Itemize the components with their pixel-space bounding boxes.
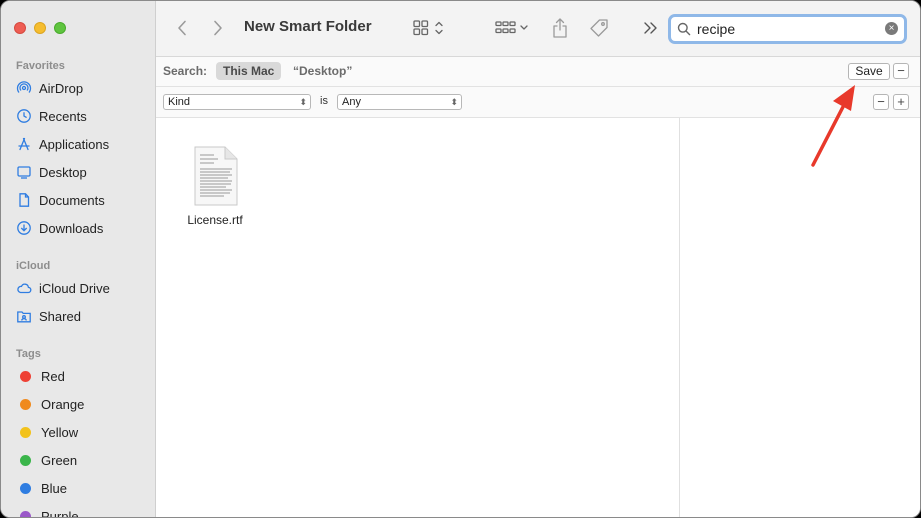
sidebar-item-icloud-drive[interactable]: iCloud Drive xyxy=(16,277,110,299)
minimize-window-button[interactable] xyxy=(34,22,46,34)
column-divider xyxy=(679,118,680,517)
sidebar-item-label: Orange xyxy=(41,396,85,412)
blue-tag-icon xyxy=(20,482,31,494)
downloads-icon xyxy=(17,221,31,235)
criteria-operator-label: is xyxy=(320,95,328,107)
search-scope-label: Search: xyxy=(163,64,208,78)
finder-window: Favorites AirDrop Recents Applications D… xyxy=(0,0,921,518)
scope-this-mac-button[interactable]: This Mac xyxy=(216,62,282,80)
window-controls xyxy=(14,22,66,34)
sidebar-item-label: Documents xyxy=(39,192,105,208)
sidebar-item-documents[interactable]: Documents xyxy=(16,189,105,211)
share-button[interactable] xyxy=(549,15,571,41)
desktop-icon xyxy=(17,166,31,179)
sidebar-item-airdrop[interactable]: AirDrop xyxy=(16,77,83,99)
sidebar-item-label: Shared xyxy=(39,308,81,324)
back-button[interactable] xyxy=(174,18,190,38)
sidebar-item-label: Recents xyxy=(39,108,87,124)
sidebar: Favorites AirDrop Recents Applications D… xyxy=(1,1,156,518)
sidebar-item-tag-blue[interactable]: Blue xyxy=(16,477,67,499)
sidebar-item-recents[interactable]: Recents xyxy=(16,105,87,127)
green-tag-icon xyxy=(20,454,31,466)
sidebar-item-label: Purple xyxy=(41,508,79,518)
document-icon xyxy=(19,193,30,207)
sidebar-item-applications[interactable]: Applications xyxy=(16,133,109,155)
tag-icon xyxy=(590,19,608,37)
forward-button[interactable] xyxy=(210,18,226,38)
sidebar-item-tag-yellow[interactable]: Yellow xyxy=(16,421,78,443)
tags-section-title: Tags xyxy=(16,348,41,360)
view-mode-button[interactable] xyxy=(411,18,449,38)
criteria-attribute-select[interactable]: Kind ⬍ xyxy=(163,94,311,110)
chevron-left-icon xyxy=(178,20,186,36)
scope-desktop-button[interactable]: “Desktop” xyxy=(293,64,352,78)
rtf-document-icon xyxy=(194,146,238,206)
remove-search-button[interactable]: − xyxy=(893,63,909,79)
sidebar-item-downloads[interactable]: Downloads xyxy=(16,217,103,239)
search-input[interactable] xyxy=(697,21,877,37)
toolbar: New Smart Folder × xyxy=(156,1,920,57)
more-toolbar-items-button[interactable] xyxy=(641,18,661,38)
window-title: New Smart Folder xyxy=(244,18,372,35)
chevron-right-icon xyxy=(214,20,222,36)
sidebar-item-label: Red xyxy=(41,368,65,384)
remove-criteria-button[interactable]: − xyxy=(873,94,889,110)
sidebar-item-desktop[interactable]: Desktop xyxy=(16,161,87,183)
sidebar-item-label: iCloud Drive xyxy=(39,280,110,296)
group-by-icon xyxy=(495,21,528,34)
orange-tag-icon xyxy=(20,398,31,410)
results-area: License.rtf xyxy=(156,118,920,517)
criteria-value: Any xyxy=(342,96,361,108)
annotation-arrow xyxy=(811,85,855,167)
group-by-button[interactable] xyxy=(494,18,532,38)
shared-folder-icon xyxy=(17,311,31,323)
close-window-button[interactable] xyxy=(14,22,26,34)
icloud-section-title: iCloud xyxy=(16,260,51,272)
magnifier-icon xyxy=(677,22,691,36)
sidebar-item-label: Green xyxy=(41,452,78,468)
sidebar-item-shared[interactable]: Shared xyxy=(16,305,81,327)
share-icon xyxy=(553,18,567,38)
clock-icon xyxy=(17,109,31,123)
updown-chevron-icon: ⬍ xyxy=(299,97,307,107)
save-search-button[interactable]: Save xyxy=(848,63,890,80)
sidebar-item-label: Applications xyxy=(39,136,110,152)
applications-icon xyxy=(18,137,30,151)
airdrop-icon xyxy=(16,81,32,93)
updown-chevron-icon: ⬍ xyxy=(450,97,458,107)
sidebar-item-label: AirDrop xyxy=(39,80,84,96)
tags-button[interactable] xyxy=(587,16,611,40)
double-chevron-right-icon xyxy=(644,22,657,34)
icon-view-grid-icon xyxy=(413,20,443,36)
yellow-tag-icon xyxy=(20,426,31,438)
cloud-icon xyxy=(17,283,32,294)
file-item[interactable]: License.rtf xyxy=(180,145,250,227)
sidebar-item-tag-purple[interactable]: Purple xyxy=(16,505,79,518)
red-tag-icon xyxy=(20,370,31,382)
close-icon: × xyxy=(888,23,895,34)
sidebar-item-tag-red[interactable]: Red xyxy=(16,365,65,387)
criteria-attribute-value: Kind xyxy=(168,96,191,108)
sidebar-item-tag-orange[interactable]: Orange xyxy=(16,393,84,415)
sidebar-item-label: Blue xyxy=(41,480,68,496)
favorites-section-title: Favorites xyxy=(16,60,65,72)
file-name: License.rtf xyxy=(187,213,243,227)
search-field[interactable]: × xyxy=(668,14,907,44)
add-criteria-button[interactable]: + xyxy=(893,94,909,110)
sidebar-item-tag-green[interactable]: Green xyxy=(16,449,77,471)
sidebar-item-label: Desktop xyxy=(39,164,87,180)
purple-tag-icon xyxy=(20,510,31,517)
zoom-window-button[interactable] xyxy=(54,22,66,34)
sidebar-item-label: Downloads xyxy=(39,220,104,236)
criteria-value-select[interactable]: Any ⬍ xyxy=(337,94,462,110)
clear-search-button[interactable]: × xyxy=(885,22,898,35)
sidebar-item-label: Yellow xyxy=(41,424,79,440)
